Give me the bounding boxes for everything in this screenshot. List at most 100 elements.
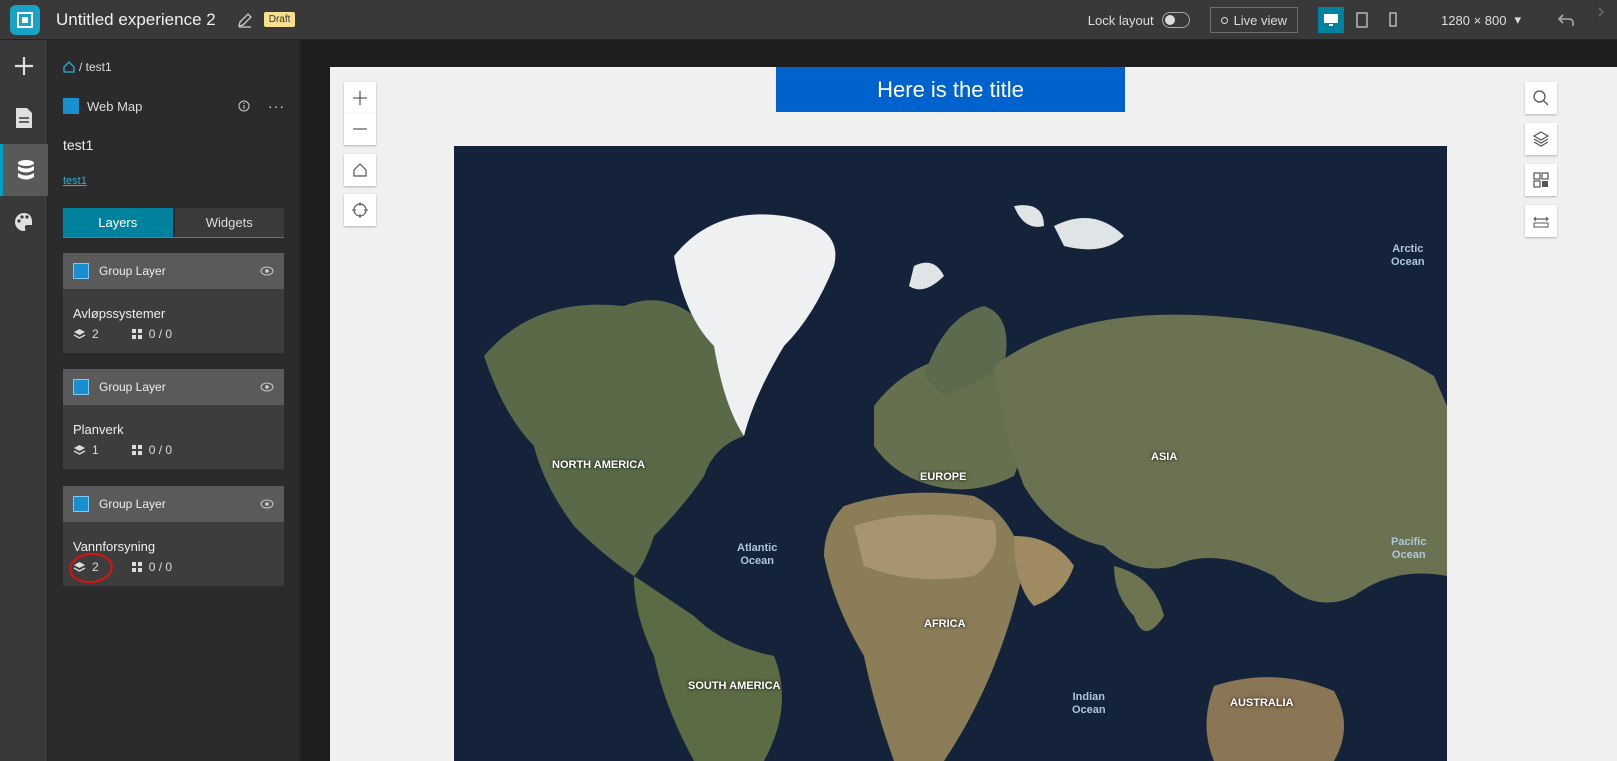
group-layer-label: Group Layer bbox=[99, 264, 166, 278]
datasource-type: Web Map bbox=[87, 98, 143, 114]
eye-icon[interactable] bbox=[260, 266, 274, 276]
home-icon bbox=[353, 163, 367, 177]
map-label-pacific-ocean: Pacific Ocean bbox=[1391, 536, 1427, 561]
live-view-button[interactable]: Live view bbox=[1209, 7, 1299, 33]
panel-tabs: Layers Widgets bbox=[63, 208, 284, 238]
info-icon[interactable] bbox=[238, 100, 250, 112]
tablet-device-button[interactable] bbox=[1349, 7, 1375, 33]
map-label-indian-ocean: Indian Ocean bbox=[1072, 691, 1106, 716]
map-label-arctic-ocean: Arctic Ocean bbox=[1391, 243, 1425, 268]
measure-button[interactable] bbox=[1525, 205, 1557, 237]
widget-count: 0 / 0 bbox=[148, 560, 173, 574]
palette-icon bbox=[15, 213, 33, 231]
layer-list-button[interactable] bbox=[1525, 123, 1557, 155]
map-label-europe: EUROPE bbox=[920, 471, 967, 483]
layers-icon bbox=[73, 329, 86, 339]
zoom-in-button[interactable] bbox=[344, 82, 376, 114]
map-label-asia: ASIA bbox=[1151, 451, 1178, 463]
app-logo-icon[interactable] bbox=[10, 4, 40, 35]
datasource-link[interactable]: test1 bbox=[63, 175, 87, 187]
plus-icon bbox=[15, 57, 33, 75]
undo-button[interactable] bbox=[1551, 5, 1581, 35]
more-options-icon[interactable]: ··· bbox=[268, 98, 285, 114]
widgets-icon bbox=[131, 329, 142, 339]
lock-layout-label: Lock layout bbox=[1087, 12, 1154, 28]
rail-theme-button[interactable] bbox=[0, 196, 48, 248]
plus-icon bbox=[353, 91, 367, 105]
screen-size-select[interactable]: 1280 × 800 ▾ bbox=[1441, 12, 1521, 28]
group-layer-header: Group Layer bbox=[63, 369, 284, 405]
grid-icon bbox=[1533, 172, 1549, 188]
tablet-icon bbox=[1356, 12, 1368, 28]
screen-size-value: 1280 × 800 bbox=[1441, 12, 1507, 28]
widgets-icon bbox=[131, 562, 142, 572]
map-label-africa: AFRICA bbox=[924, 618, 966, 630]
group-layer-title: Planverk bbox=[73, 422, 124, 437]
group-layer-header: Group Layer bbox=[63, 253, 284, 289]
group-layer-card[interactable]: Group Layer Planverk 1 0 / 0 bbox=[63, 369, 284, 469]
undo-icon bbox=[1557, 14, 1574, 26]
redo-icon bbox=[1598, 7, 1605, 17]
phone-icon bbox=[1389, 12, 1397, 27]
basemap-gallery-button[interactable] bbox=[1525, 164, 1557, 196]
datasource-name: test1 bbox=[63, 137, 94, 153]
edit-pencil-icon[interactable] bbox=[236, 11, 254, 29]
group-layer-title: Vannforsyning bbox=[73, 539, 156, 554]
breadcrumb: / test1 bbox=[63, 60, 112, 74]
group-layer-stats: 2 0 / 0 bbox=[63, 321, 284, 347]
layers-icon bbox=[1532, 131, 1550, 147]
left-rail bbox=[0, 40, 48, 761]
rail-data-button[interactable] bbox=[0, 144, 48, 196]
locate-button[interactable] bbox=[344, 194, 376, 226]
map-label-atlantic-ocean: Atlantic Ocean bbox=[737, 542, 778, 567]
group-layer-label: Group Layer bbox=[99, 380, 166, 394]
tab-widgets[interactable]: Widgets bbox=[174, 208, 284, 237]
app-title[interactable]: Untitled experience 2 bbox=[56, 10, 216, 30]
group-layer-icon bbox=[73, 263, 89, 279]
map-label-north-america: NORTH AMERICA bbox=[552, 459, 646, 471]
live-view-icon bbox=[1220, 16, 1228, 24]
group-layer-label: Group Layer bbox=[99, 497, 166, 511]
eye-icon[interactable] bbox=[260, 499, 274, 509]
group-layer-title: Avløpssystemer bbox=[73, 306, 166, 321]
group-layer-stats: 1 0 / 0 bbox=[63, 437, 284, 463]
minus-icon bbox=[353, 128, 367, 130]
tab-layers[interactable]: Layers bbox=[63, 208, 173, 237]
layer-count: 1 bbox=[92, 443, 99, 457]
caret-down-icon: ▾ bbox=[1514, 12, 1521, 27]
widget-count: 0 / 0 bbox=[148, 327, 173, 341]
group-layer-card[interactable]: Group Layer Avløpssystemer 2 0 / 0 bbox=[63, 253, 284, 353]
satellite-basemap bbox=[454, 146, 1447, 761]
page-title-widget[interactable]: Here is the title bbox=[776, 67, 1125, 112]
zoom-out-button[interactable] bbox=[344, 113, 376, 145]
layers-icon bbox=[73, 445, 86, 455]
desktop-device-button[interactable] bbox=[1318, 7, 1345, 33]
group-layer-header: Group Layer bbox=[63, 486, 284, 522]
data-panel: / test1 Web Map ··· test1 test1 Layers W… bbox=[48, 40, 300, 761]
lock-layout-toggle[interactable] bbox=[1161, 12, 1190, 28]
map-label-south-america: SOUTH AMERICA bbox=[688, 680, 781, 692]
rail-page-button[interactable] bbox=[0, 92, 48, 144]
crosshair-icon bbox=[352, 202, 368, 218]
home-icon[interactable] bbox=[63, 61, 75, 73]
breadcrumb-text[interactable]: / test1 bbox=[79, 60, 112, 74]
group-layer-icon bbox=[73, 496, 89, 512]
phone-device-button[interactable] bbox=[1380, 7, 1406, 33]
eye-icon[interactable] bbox=[260, 382, 274, 392]
group-layer-icon bbox=[73, 379, 89, 395]
top-bar: Untitled experience 2 Draft Lock layout … bbox=[0, 0, 1617, 40]
widgets-icon bbox=[131, 445, 142, 455]
map-view[interactable]: NORTH AMERICA EUROPE ASIA AFRICA SOUTH A… bbox=[454, 146, 1447, 761]
live-view-label: Live view bbox=[1233, 12, 1288, 28]
ruler-icon bbox=[1533, 216, 1549, 228]
webmap-icon bbox=[63, 98, 79, 114]
rail-insert-button[interactable] bbox=[0, 40, 48, 92]
datasource-header: Web Map ··· bbox=[63, 98, 285, 114]
page-icon bbox=[16, 108, 32, 128]
desktop-icon bbox=[1324, 14, 1339, 26]
home-button[interactable] bbox=[344, 154, 376, 186]
map-label-australia: AUSTRALIA bbox=[1230, 697, 1294, 709]
search-button[interactable] bbox=[1525, 82, 1557, 114]
draft-badge: Draft bbox=[263, 12, 296, 27]
redo-button[interactable] bbox=[1595, 5, 1615, 35]
